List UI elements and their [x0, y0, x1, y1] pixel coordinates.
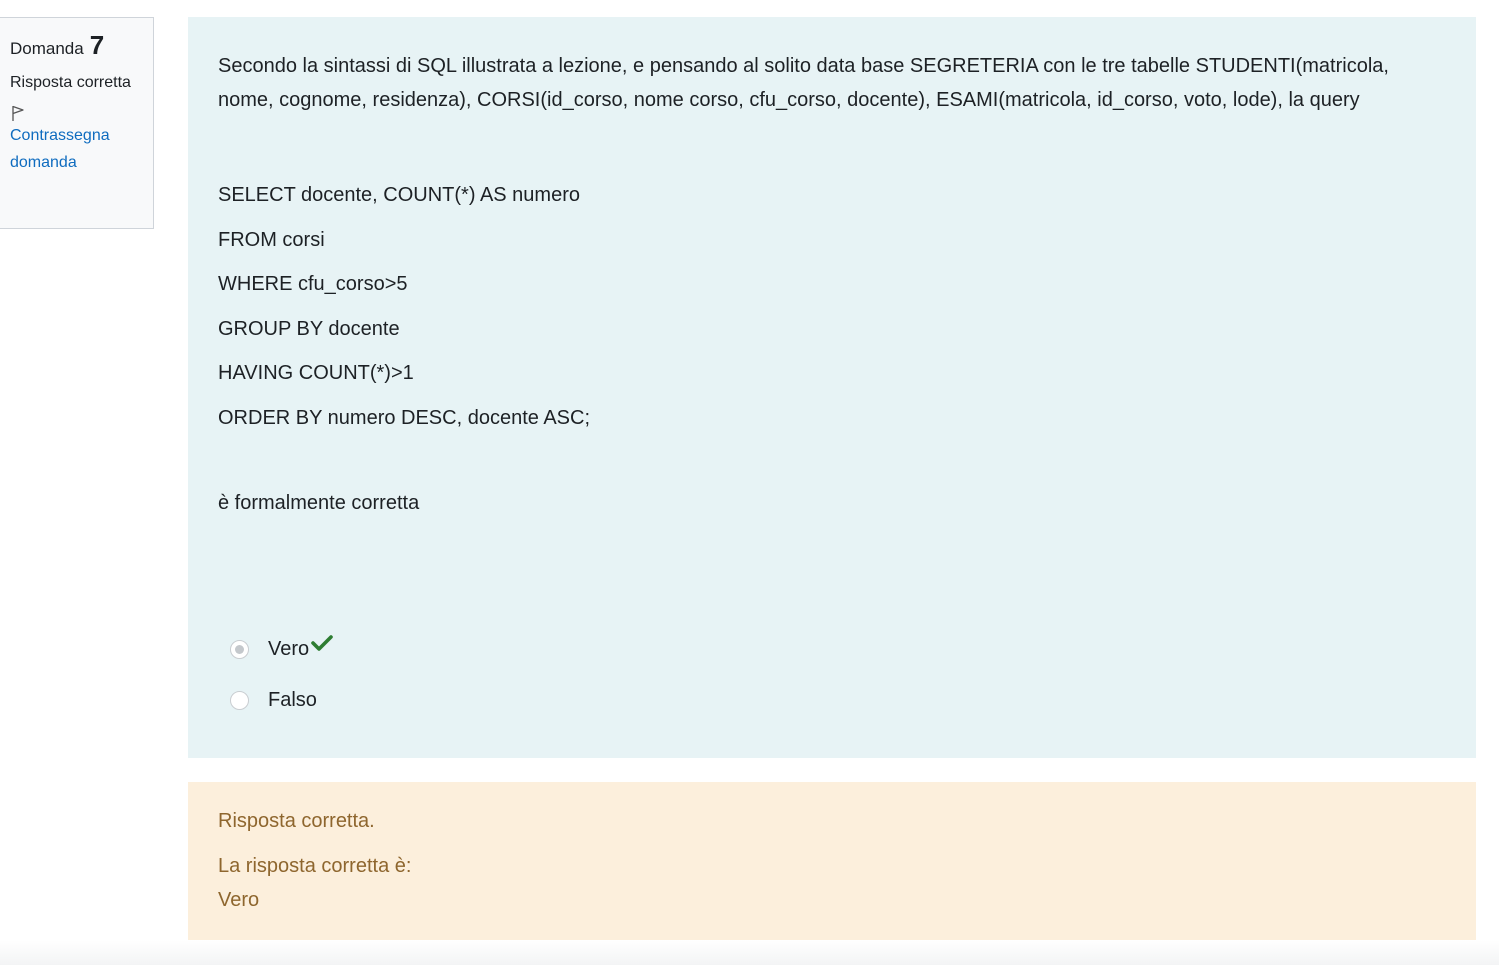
question-label: Domanda — [10, 39, 84, 58]
question-state: Risposta corretta — [10, 74, 131, 91]
query-line: WHERE cfu_corso>5 — [218, 273, 408, 296]
answer-option-vero[interactable]: Vero — [230, 634, 333, 664]
feedback-panel: Risposta corretta. La risposta corretta … — [188, 782, 1476, 940]
question-text: Secondo la sintassi di SQL illustrata a … — [218, 49, 1446, 520]
page-bottom-edge — [0, 940, 1499, 965]
feedback-status: Risposta corretta. — [218, 810, 375, 832]
answer-label-falso: Falso — [268, 688, 317, 711]
answer-option-falso[interactable]: Falso — [230, 685, 333, 715]
question-info-panel: Domanda 7 Risposta corretta Contrassegna… — [0, 17, 154, 229]
radio-falso[interactable] — [230, 690, 249, 710]
query-line: SELECT docente, COUNT(*) AS numero — [218, 184, 580, 206]
flag-question-link[interactable]: Contrassegna domanda — [10, 122, 143, 176]
answer-options: Vero Falso — [230, 634, 333, 736]
radio-vero[interactable] — [230, 639, 249, 659]
answer-label-vero: Vero — [268, 637, 310, 660]
radio-selected-dot — [235, 644, 244, 654]
correct-answer-label: La risposta corretta è: — [218, 855, 412, 877]
question-formulation: Secondo la sintassi di SQL illustrata a … — [188, 17, 1476, 758]
correct-answer-value: Vero — [218, 889, 260, 911]
question-number: 7 — [89, 30, 105, 60]
check-icon — [311, 635, 333, 651]
question-conclusion: è formalmente corretta — [218, 491, 420, 514]
question-number-line: Domanda 7 — [10, 32, 143, 59]
question-intro: Secondo la sintassi di SQL illustrata a … — [218, 55, 1389, 111]
query-line: ORDER BY numero DESC, docente ASC; — [218, 406, 591, 429]
query-line: FROM corsi — [218, 228, 325, 251]
query-line: GROUP BY docente — [218, 317, 400, 340]
sql-query: SELECT docente, COUNT(*) AS numero FROM … — [218, 173, 1446, 441]
flag-outline-icon[interactable] — [10, 104, 26, 122]
query-line: HAVING COUNT(*)>1 — [218, 362, 414, 385]
